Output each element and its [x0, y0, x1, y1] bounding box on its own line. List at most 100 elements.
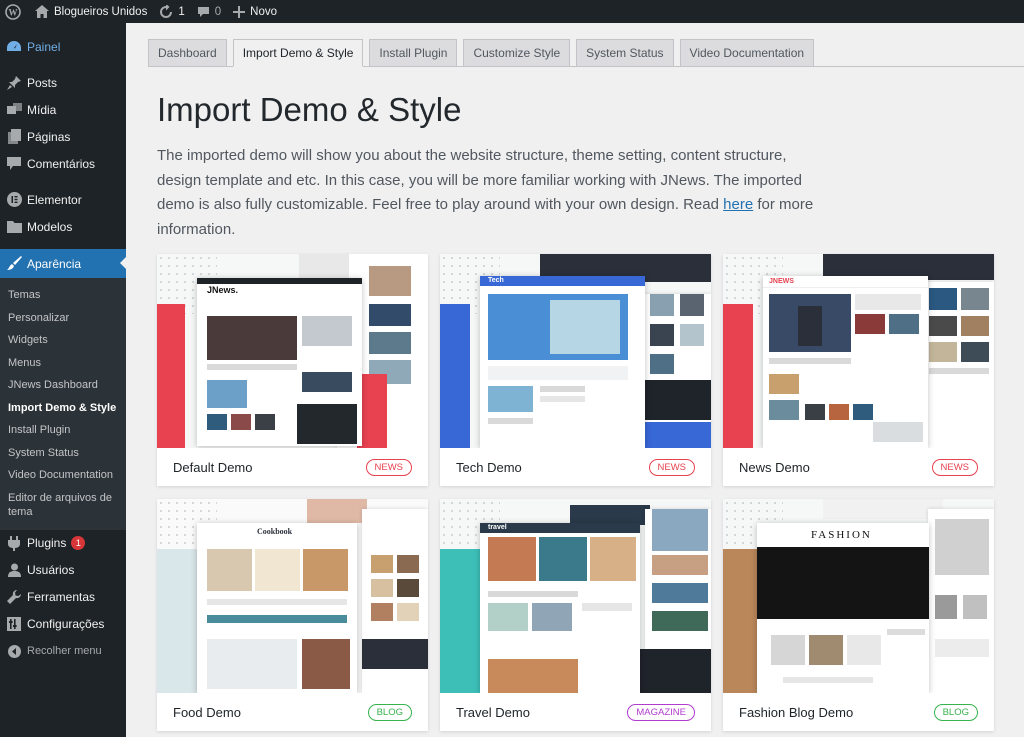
tab-dashboard[interactable]: Dashboard [148, 39, 227, 67]
demo-name: Tech Demo [456, 459, 522, 475]
user-icon [6, 562, 22, 578]
comments-count: 0 [214, 5, 222, 18]
demo-card-travel[interactable]: travel Travel Demo MAGAZINE [440, 499, 711, 731]
menu-comentarios-label: Comentários [27, 156, 96, 171]
demo-category-badge: MAGAZINE [627, 703, 695, 721]
admin-bar: W Blogueiros Unidos 1 0 Novo [0, 0, 1024, 23]
demo-preview-tech: Tech [440, 254, 711, 448]
demo-card-fashion[interactable]: FASHION Fashion Blog Demo BLOG [723, 499, 994, 731]
wrench-icon [6, 589, 22, 605]
wordpress-logo-icon[interactable]: W [0, 0, 29, 23]
page-description: The imported demo will show you about th… [157, 144, 817, 242]
tab-bar: Dashboard Import Demo & Style Install Pl… [148, 39, 815, 67]
demo-card-default[interactable]: JNews. Default Demo NEWS [157, 254, 428, 486]
demo-preview-fashion: FASHION [723, 499, 994, 693]
menu-painel[interactable]: Painel [0, 33, 126, 60]
demo-card-tech[interactable]: Tech Tech Demo NEWS [440, 254, 711, 486]
demo-footer: Fashion Blog Demo BLOG [723, 693, 994, 731]
menu-posts-label: Posts [27, 75, 58, 90]
demo-footer: News Demo NEWS [723, 448, 994, 486]
demo-accent-block [723, 304, 753, 448]
plus-icon [233, 5, 246, 18]
menu-collapse[interactable]: Recolher menu [0, 638, 126, 665]
tab-video-documentation[interactable]: Video Documentation [679, 39, 815, 67]
demo-name: Fashion Blog Demo [739, 704, 854, 720]
submenu-menus[interactable]: Menus [0, 352, 126, 375]
demo-category-badge: BLOG [367, 703, 412, 721]
admin-sidebar: Painel Posts Mídia Páginas Comentários E… [0, 23, 126, 737]
demo-name: Food Demo [173, 704, 241, 720]
demo-card-food[interactable]: Cookbook Food Demo BLOG [157, 499, 428, 731]
submenu-editor-arquivos[interactable]: Editor de arquivos de tema [0, 487, 126, 524]
menu-elementor-label: Elementor [27, 192, 82, 207]
demo-category-badge: NEWS [648, 458, 695, 476]
demo-category-badge: NEWS [931, 458, 978, 476]
updates-count: 1 [178, 5, 185, 18]
submenu-temas[interactable]: Temas [0, 284, 126, 307]
tab-system-status[interactable]: System Status [576, 39, 674, 67]
new-content-link[interactable]: Novo [227, 0, 283, 23]
menu-usuarios[interactable]: Usuários [0, 557, 126, 584]
svg-text:W: W [9, 7, 18, 17]
demo-name: Default Demo [173, 459, 253, 475]
menu-ferramentas-label: Ferramentas [27, 590, 96, 604]
menu-usuarios-label: Usuários [27, 563, 75, 577]
menu-ferramentas[interactable]: Ferramentas [0, 584, 126, 611]
menu-midia[interactable]: Mídia [0, 96, 126, 123]
site-name-link[interactable]: Blogueiros Unidos [29, 0, 153, 23]
submenu-widgets[interactable]: Widgets [0, 329, 126, 352]
aparencia-submenu: Temas Personalizar Widgets Menus JNews D… [0, 278, 126, 530]
submenu-install-plugin[interactable]: Install Plugin [0, 419, 126, 442]
comments-link[interactable]: 0 [191, 0, 227, 23]
menu-configuracoes[interactable]: Configurações [0, 611, 126, 638]
page-title: Import Demo & Style [157, 91, 462, 128]
demo-footer: Travel Demo MAGAZINE [440, 693, 711, 731]
submenu-system-status[interactable]: System Status [0, 442, 126, 465]
demo-accent-block [157, 549, 197, 693]
submenu-jnews-dashboard[interactable]: JNews Dashboard [0, 374, 126, 397]
paintbrush-icon [6, 256, 22, 272]
demo-accent-block [157, 304, 185, 448]
submenu-video-documentation[interactable]: Video Documentation [0, 464, 126, 487]
media-icon [6, 102, 22, 118]
updates-link[interactable]: 1 [153, 0, 190, 23]
menu-aparencia[interactable]: Aparência [0, 249, 126, 278]
demo-name: Travel Demo [456, 704, 530, 720]
submenu-import-demo[interactable]: Import Demo & Style [0, 397, 126, 420]
refresh-icon [160, 4, 173, 18]
menu-plugins[interactable]: Plugins 1 [0, 530, 126, 557]
menu-aparencia-label: Aparência [27, 256, 82, 271]
demo-preview-travel: travel [440, 499, 711, 693]
plugins-update-badge: 1 [71, 536, 86, 550]
menu-paginas[interactable]: Páginas [0, 123, 126, 150]
here-link[interactable]: here [723, 196, 753, 213]
submenu-personalizar[interactable]: Personalizar [0, 307, 126, 330]
elementor-icon [6, 192, 22, 208]
main-content: Dashboard Import Demo & Style Install Pl… [126, 23, 1024, 737]
demo-category-badge: NEWS [365, 458, 412, 476]
menu-paginas-label: Páginas [27, 129, 71, 144]
demo-accent-block [440, 549, 480, 693]
preview-logo-tech: Tech [488, 277, 504, 284]
demo-footer: Default Demo NEWS [157, 448, 428, 486]
demo-accent-block [723, 549, 757, 693]
comment-icon [197, 6, 209, 17]
tab-install-plugin[interactable]: Install Plugin [369, 39, 458, 67]
menu-comentarios[interactable]: Comentários [0, 150, 126, 177]
menu-modelos-label: Modelos [27, 219, 73, 234]
menu-modelos[interactable]: Modelos [0, 213, 126, 240]
home-icon [35, 5, 49, 18]
menu-posts[interactable]: Posts [0, 69, 126, 96]
tab-import-demo[interactable]: Import Demo & Style [232, 39, 364, 67]
menu-midia-label: Mídia [27, 102, 57, 117]
demo-accent-block [440, 304, 470, 448]
menu-elementor[interactable]: Elementor [0, 186, 126, 213]
demo-name: News Demo [739, 459, 810, 475]
collapse-icon [6, 643, 22, 659]
demo-footer: Food Demo BLOG [157, 693, 428, 731]
preview-logo-news: JNEWS [769, 278, 794, 285]
demo-card-news[interactable]: JNEWS News Demo NEWS [723, 254, 994, 486]
menu-plugins-label: Plugins [27, 536, 67, 550]
demo-category-badge: BLOG [933, 703, 978, 721]
tab-customize-style[interactable]: Customize Style [463, 39, 571, 67]
